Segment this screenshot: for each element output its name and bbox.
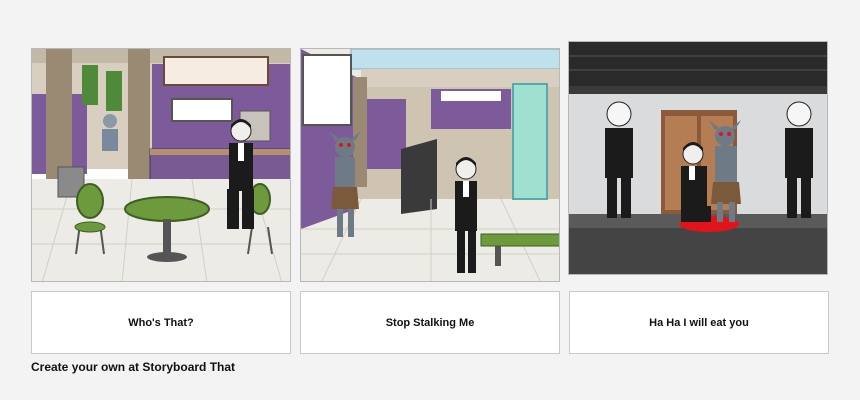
panel-2-caption: Stop Stalking Me [300, 291, 560, 354]
panel-2-illustration [301, 49, 559, 281]
panel-1-illustration [32, 49, 290, 281]
panel-3-illustration [569, 42, 827, 274]
ghost-character [102, 114, 118, 151]
story-panel-1 [31, 48, 291, 282]
story-panel-3 [568, 41, 828, 275]
panel-1-caption: Who's That? [31, 291, 291, 354]
storyboard-footer-link[interactable]: Create your own at Storyboard That [31, 360, 235, 374]
panel-3-caption: Ha Ha I will eat you [569, 291, 829, 354]
story-panel-2 [300, 48, 560, 282]
